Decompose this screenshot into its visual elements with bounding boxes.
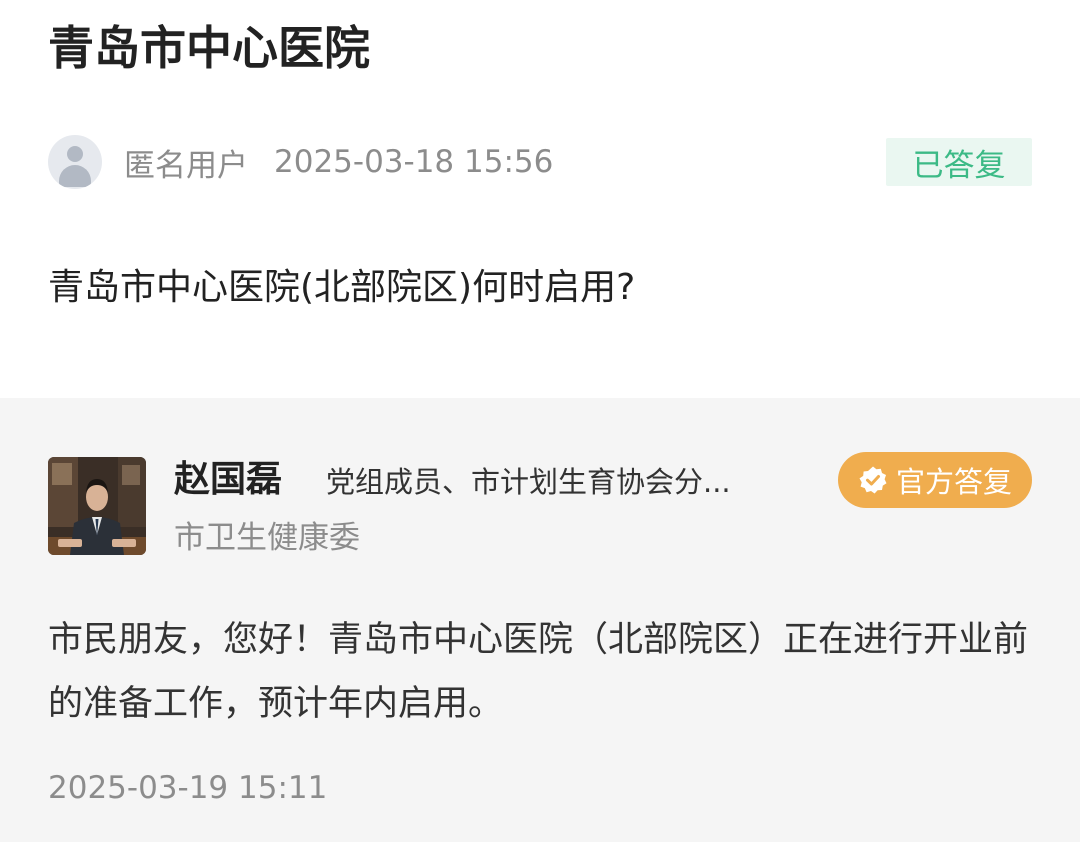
asker-info: 匿名用户 2025-03-18 15:56 <box>48 134 553 190</box>
page-title: 青岛市中心医院 <box>48 21 370 75</box>
official-reply-section: 赵国磊 党组成员、市计划生育协会分... 官方答复 市卫生健康委 市民朋友，您好… <box>0 398 1080 842</box>
official-department: 市卫生健康委 <box>174 520 360 556</box>
reply-text: 市民朋友，您好！青岛市中心医院（北部院区）正在进行开业前的准备工作，预计年内启用… <box>48 620 1029 724</box>
official-reply-badge: 官方答复 <box>838 452 1032 508</box>
official-name[interactable]: 赵国磊 <box>174 456 282 504</box>
verified-check-icon <box>859 466 887 494</box>
asker-name: 匿名用户 <box>124 147 248 184</box>
status-badge: 已答复 <box>886 138 1032 186</box>
reply-timestamp: 2025-03-19 15:11 <box>48 770 328 806</box>
question-text: 青岛市中心医院(北部院区)何时启用? <box>48 267 636 308</box>
official-avatar[interactable] <box>48 457 146 555</box>
question-timestamp: 2025-03-18 15:56 <box>274 144 554 180</box>
official-position: 党组成员、市计划生育协会分... <box>326 465 731 499</box>
official-badge-label: 官方答复 <box>895 465 1012 499</box>
anonymous-user-avatar-icon <box>48 135 102 189</box>
question-detail-page: 青岛市中心医院 匿名用户 2025-03-18 15:56 已答复 青岛市中心医… <box>0 0 1080 842</box>
